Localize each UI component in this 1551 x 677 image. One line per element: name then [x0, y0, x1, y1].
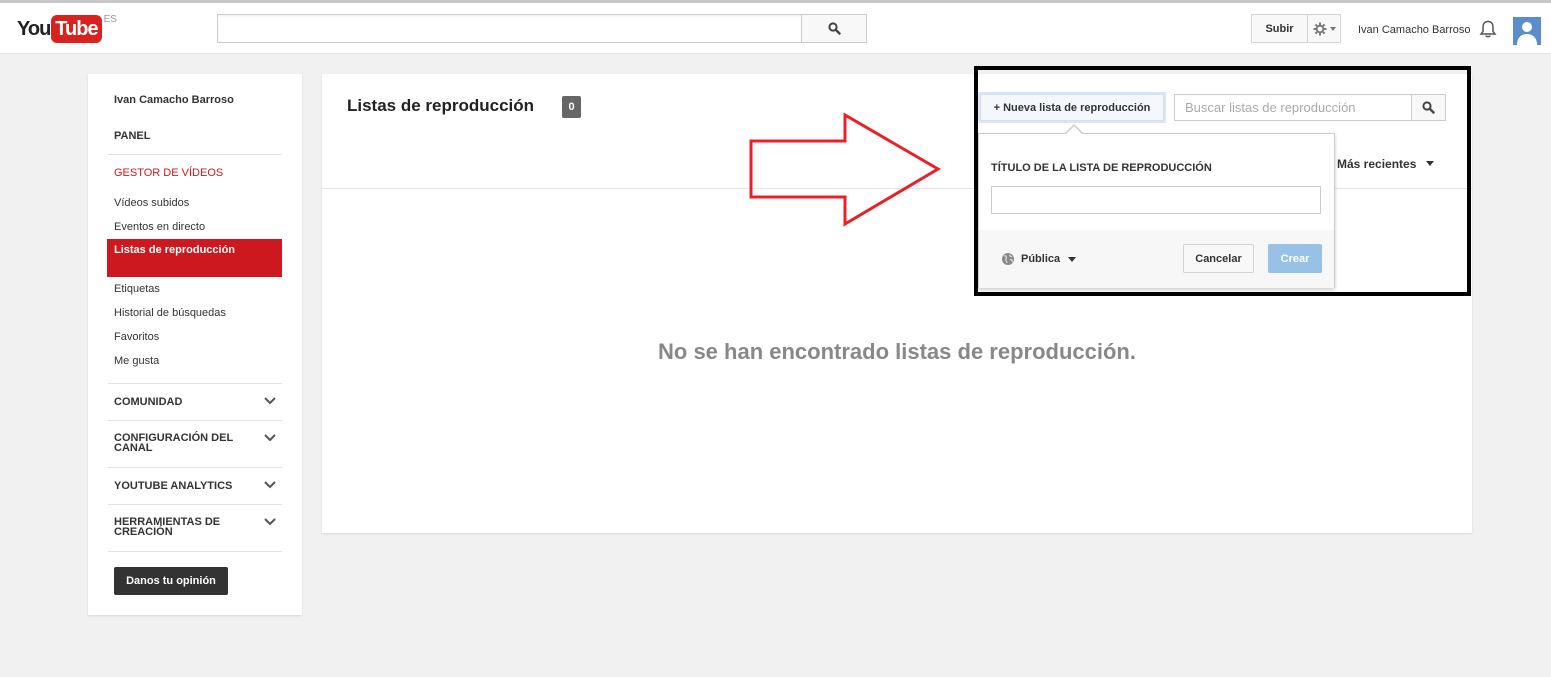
playlist-count-badge: 0 — [562, 96, 581, 118]
playlist-title-label: TÍTULO DE LA LISTA DE REPRODUCCIÓN — [991, 162, 1212, 174]
privacy-dropdown[interactable]: Pública — [1001, 252, 1077, 266]
chevron-down-icon — [1329, 26, 1336, 31]
playlist-title-input[interactable] — [991, 186, 1321, 214]
sidebar-section-creation-tools[interactable]: HERRAMIENTAS DE CREACIÓN — [114, 517, 234, 538]
sidebar-section-community[interactable]: COMUNIDAD — [114, 396, 182, 408]
search-icon — [1422, 101, 1435, 114]
chevron-down-icon[interactable] — [264, 397, 276, 405]
search-input[interactable] — [217, 14, 802, 43]
sidebar-item-search-history[interactable]: Historial de búsquedas — [114, 307, 226, 319]
sidebar-divider — [108, 420, 282, 421]
sidebar-divider — [108, 504, 282, 505]
sidebar: Ivan Camacho Barroso PANEL GESTOR DE VÍD… — [88, 74, 302, 615]
user-icon — [1517, 22, 1537, 45]
upload-button[interactable]: Subir — [1251, 14, 1308, 43]
privacy-label: Pública — [1021, 253, 1061, 265]
chevron-down-icon[interactable] — [264, 518, 276, 526]
sidebar-divider — [108, 383, 282, 384]
sidebar-section-channel-settings[interactable]: CONFIGURACIÓN DEL CANAL — [114, 433, 234, 454]
page-title: Listas de reproducción — [347, 96, 535, 115]
logo-tube-text: Tube — [51, 15, 102, 43]
popup-footer: Pública Cancelar Crear — [979, 230, 1334, 288]
sidebar-section-analytics[interactable]: YOUTUBE ANALYTICS — [114, 480, 232, 492]
sidebar-item-label: Listas de reproducción — [114, 244, 236, 256]
globe-icon — [1002, 253, 1014, 265]
playlist-search-button[interactable] — [1411, 94, 1446, 121]
sidebar-divider — [108, 467, 282, 468]
new-playlist-button[interactable]: + Nueva lista de reproducción — [980, 94, 1164, 121]
search-icon — [827, 22, 841, 35]
chevron-down-icon[interactable] — [264, 481, 276, 489]
sort-label: Más recientes — [1337, 157, 1417, 171]
create-button[interactable]: Crear — [1268, 244, 1322, 273]
sort-dropdown[interactable]: Más recientes — [1337, 157, 1435, 171]
new-playlist-popup: TÍTULO DE LA LISTA DE REPRODUCCIÓN Públi… — [978, 133, 1335, 288]
masthead: You Tube ES Subir Ivan Camacho Barroso — [0, 3, 1551, 54]
notifications-button[interactable] — [1478, 19, 1498, 42]
sidebar-item-likes[interactable]: Me gusta — [114, 355, 159, 367]
search-button[interactable] — [801, 14, 867, 43]
chevron-down-icon — [1426, 161, 1435, 166]
settings-button[interactable] — [1307, 14, 1341, 43]
popup-pointer-inner — [1065, 126, 1083, 135]
avatar[interactable] — [1513, 17, 1541, 45]
logo-you-text: You — [17, 18, 51, 40]
sidebar-divider — [108, 551, 282, 552]
sidebar-item-video-manager[interactable]: GESTOR DE VÍDEOS — [114, 167, 223, 179]
gear-icon — [1313, 22, 1326, 35]
sidebar-item-favorites[interactable]: Favoritos — [114, 331, 159, 343]
sidebar-item-panel[interactable]: PANEL — [114, 130, 150, 142]
account-name[interactable]: Ivan Camacho Barroso — [1358, 24, 1471, 36]
feedback-button[interactable]: Danos tu opinión — [114, 567, 228, 595]
sidebar-item-uploads[interactable]: Vídeos subidos — [114, 197, 189, 209]
logo-region: ES — [103, 14, 117, 25]
sidebar-divider — [108, 154, 282, 155]
sidebar-item-live-events[interactable]: Eventos en directo — [114, 221, 205, 233]
chevron-down-icon — [1068, 256, 1077, 262]
bell-icon — [1479, 20, 1497, 38]
chevron-down-icon[interactable] — [264, 434, 276, 442]
sidebar-item-tags[interactable]: Etiquetas — [114, 283, 160, 295]
cancel-button[interactable]: Cancelar — [1183, 244, 1254, 273]
playlist-search-input[interactable]: Buscar listas de reproducción — [1174, 94, 1412, 121]
sidebar-channel-name[interactable]: Ivan Camacho Barroso — [114, 94, 234, 106]
sidebar-item-playlists[interactable]: Listas de reproducción — [107, 239, 282, 277]
annotation-arrow-icon — [749, 112, 941, 227]
youtube-logo[interactable]: You Tube ES — [17, 14, 117, 43]
empty-state-message: No se han encontrado listas de reproducc… — [658, 339, 1136, 364]
